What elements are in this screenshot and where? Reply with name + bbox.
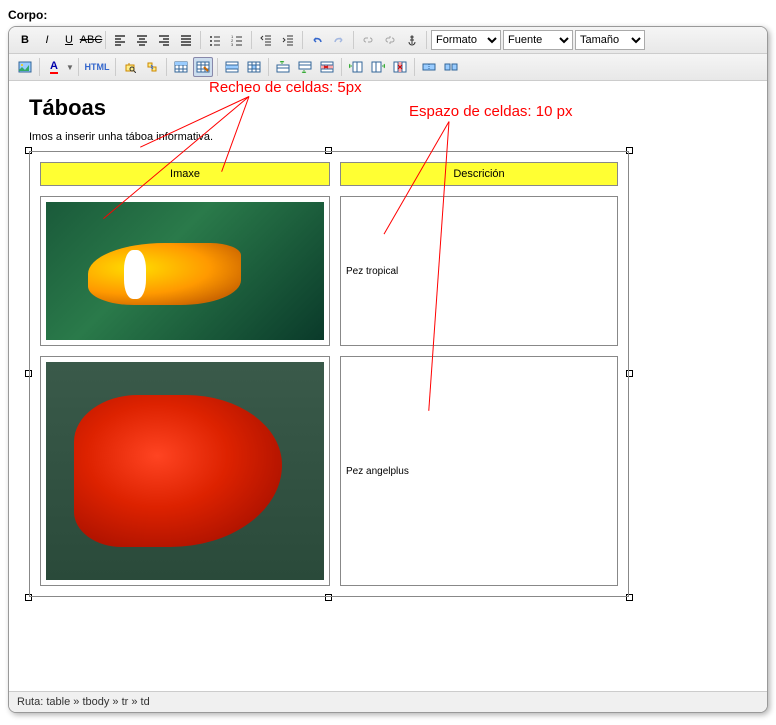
delete-row-button[interactable] [317, 57, 337, 77]
indent-button[interactable] [278, 30, 298, 50]
image-button[interactable] [15, 57, 35, 77]
content-table[interactable]: Imaxe Descrición Pez tropical Pez angelp… [29, 151, 629, 597]
find-button[interactable] [120, 57, 140, 77]
table-cell-desc-1[interactable]: Pez tropical [340, 196, 618, 346]
table-row: Pez tropical [40, 196, 618, 346]
link-button[interactable] [358, 30, 378, 50]
insert-row-after-button[interactable] [295, 57, 315, 77]
field-label: Corpo: [8, 8, 768, 22]
annotation-padding: Recheo de celdas: 5px [209, 81, 362, 96]
table-header-descricion[interactable]: Descrición [340, 162, 618, 186]
content-heading: Táboas [29, 95, 747, 121]
svg-text:3: 3 [231, 42, 234, 46]
toolbar-row-1: B I U ABC 123 Formato Fuente Tamaño [9, 27, 767, 54]
size-select[interactable]: Tamaño [575, 30, 645, 50]
undo-button[interactable] [307, 30, 327, 50]
align-center-button[interactable] [132, 30, 152, 50]
delete-col-button[interactable] [390, 57, 410, 77]
toolbar-row-2: A ▼ HTML [9, 54, 767, 81]
bullet-list-button[interactable] [205, 30, 225, 50]
row-props-button[interactable] [222, 57, 242, 77]
fish-image-2 [46, 362, 324, 580]
table-row: Pez angelplus [40, 356, 618, 586]
anchor-button[interactable] [402, 30, 422, 50]
cell-props-button[interactable] [244, 57, 264, 77]
underline-button[interactable]: U [59, 30, 79, 50]
text-color-button[interactable]: A [44, 57, 64, 77]
fish-image-1 [46, 202, 324, 340]
outdent-button[interactable] [256, 30, 276, 50]
align-justify-button[interactable] [176, 30, 196, 50]
bold-button[interactable]: B [15, 30, 35, 50]
table-props-button[interactable] [193, 57, 213, 77]
insert-col-before-button[interactable] [346, 57, 366, 77]
replace-button[interactable] [142, 57, 162, 77]
redo-button[interactable] [329, 30, 349, 50]
strike-button[interactable]: ABC [81, 30, 101, 50]
unlink-button[interactable] [380, 30, 400, 50]
font-select[interactable]: Fuente [503, 30, 573, 50]
align-right-button[interactable] [154, 30, 174, 50]
table-header-row: Imaxe Descrición [40, 162, 618, 186]
insert-col-after-button[interactable] [368, 57, 388, 77]
align-left-button[interactable] [110, 30, 130, 50]
status-bar: Ruta: table » tbody » tr » td [9, 691, 767, 712]
table-cell-image-2[interactable] [40, 356, 330, 586]
html-button[interactable]: HTML [83, 57, 111, 77]
content-intro: Imos a inserir unha táboa informativa. [29, 131, 747, 143]
merge-cells-button[interactable] [441, 57, 461, 77]
italic-button[interactable]: I [37, 30, 57, 50]
table-insert-button[interactable] [171, 57, 191, 77]
table-header-imaxe[interactable]: Imaxe [40, 162, 330, 186]
element-path[interactable]: table » tbody » tr » td [46, 696, 149, 708]
editor-frame: B I U ABC 123 Formato Fuente Tamaño A ▼ … [8, 26, 768, 713]
table-cell-image-1[interactable] [40, 196, 330, 346]
editor-content-area[interactable]: Táboas Imos a inserir unha táboa informa… [9, 81, 767, 691]
insert-row-before-button[interactable] [273, 57, 293, 77]
path-label: Ruta: [17, 696, 43, 708]
table-cell-desc-2[interactable]: Pez angelplus [340, 356, 618, 586]
format-select[interactable]: Formato [431, 30, 501, 50]
number-list-button[interactable]: 123 [227, 30, 247, 50]
split-cells-button[interactable] [419, 57, 439, 77]
